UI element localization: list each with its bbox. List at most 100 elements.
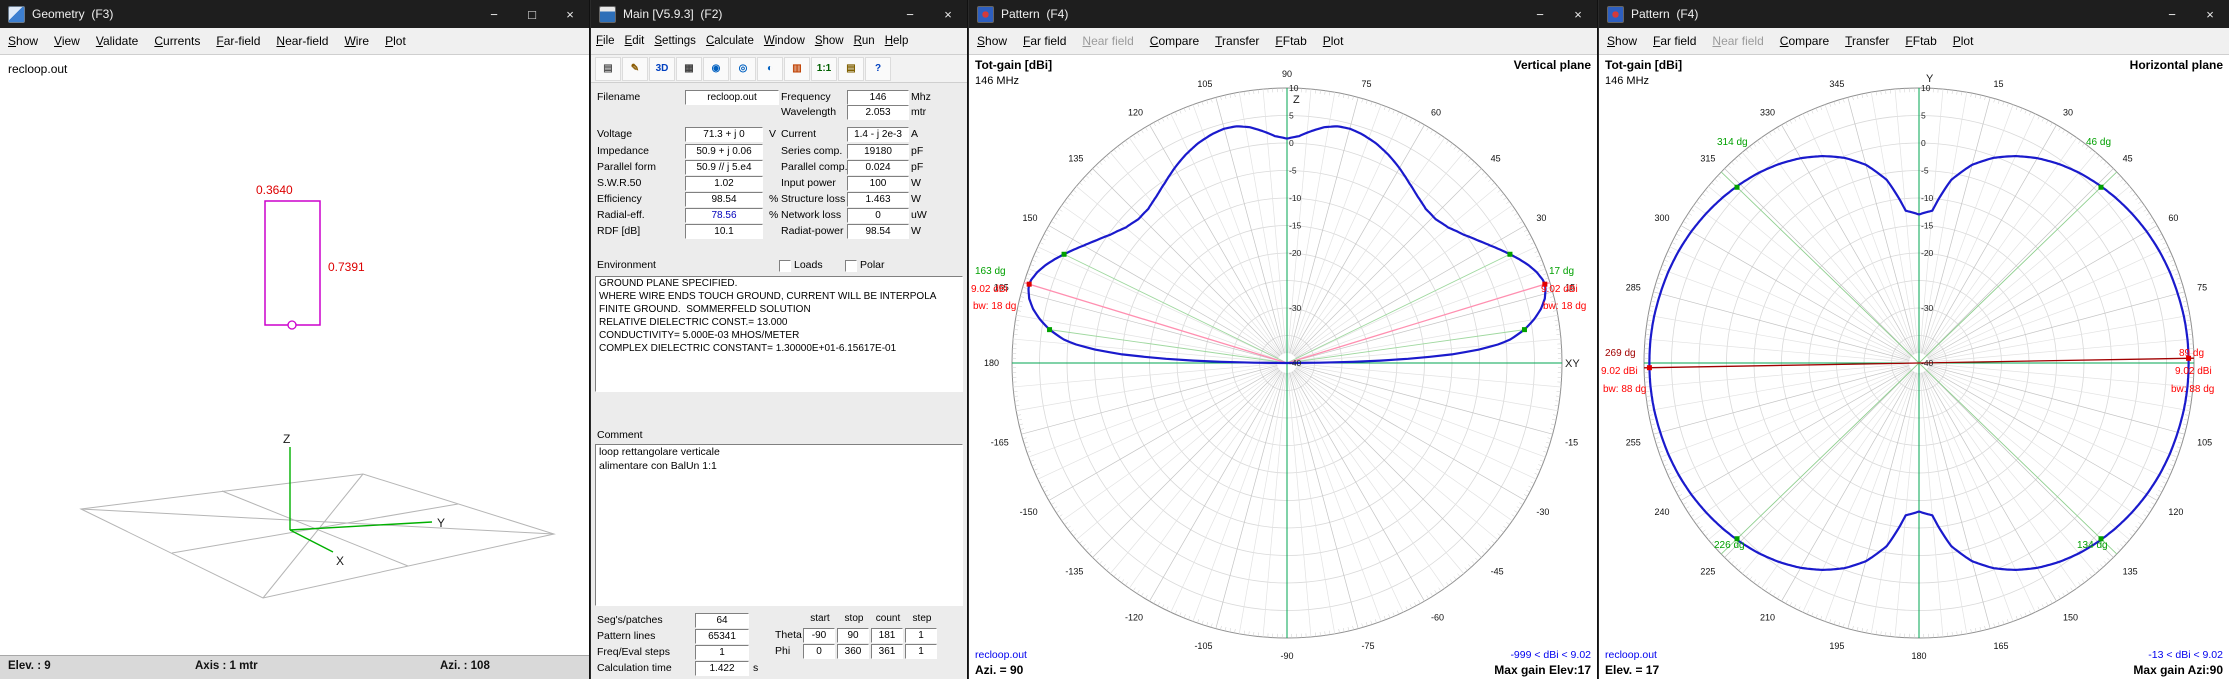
menu-item-show[interactable]: Show <box>810 35 849 47</box>
annotation-134-dg: 134 dg <box>2077 540 2108 551</box>
close-icon[interactable]: × <box>2191 0 2229 28</box>
sweep-header-step: step <box>907 613 937 624</box>
db-ring-label: -10 <box>1921 193 1934 203</box>
loads-checkbox[interactable] <box>779 260 791 272</box>
3d-view-icon[interactable]: 3D <box>649 57 675 81</box>
annotation-46-dg: 46 dg <box>2086 137 2111 148</box>
theta-start-field[interactable]: -90 <box>803 628 835 643</box>
menu-item-edit[interactable]: Edit <box>620 35 650 47</box>
menu-item-show[interactable]: Show <box>0 34 46 48</box>
menu-item-show[interactable]: Show <box>969 34 1015 48</box>
rdf-db-field[interactable]: 10.1 <box>685 224 763 239</box>
menu-item-far-field[interactable]: Far field <box>1645 34 1704 48</box>
menu-item-near-field[interactable]: Near-field <box>268 34 336 48</box>
current-field[interactable]: 1.4 - j 2e-3 <box>847 127 909 142</box>
gain-bars-icon[interactable]: ▥ <box>784 57 810 81</box>
menu-item-transfer[interactable]: Transfer <box>1207 34 1267 48</box>
wavelength-field[interactable]: 2.053 <box>847 105 909 120</box>
match-1to1-icon[interactable]: 1:1 <box>811 57 837 81</box>
voltage-field[interactable]: 71.3 + j 0 <box>685 127 763 142</box>
menu-item-view[interactable]: View <box>46 34 88 48</box>
efficiency-field[interactable]: 98.54 <box>685 192 763 207</box>
menu-item-run[interactable]: Run <box>849 35 880 47</box>
smith-chart-icon[interactable]: ◐ <box>757 57 783 81</box>
menu-item-near-field[interactable]: Near field <box>1074 34 1141 48</box>
menu-item-settings[interactable]: Settings <box>649 35 701 47</box>
pattern-h-titlebar[interactable]: Pattern (F4) − × <box>1599 0 2229 28</box>
series-comp-field[interactable]: 19180 <box>847 144 909 159</box>
phi-count-field[interactable]: 361 <box>871 644 903 659</box>
calculator-icon[interactable]: ▦ <box>676 57 702 81</box>
freq-eval-steps-field[interactable]: 1 <box>695 645 749 660</box>
close-icon[interactable]: × <box>1559 0 1597 28</box>
comment-textarea[interactable]: loop rettangolare verticalealimentare co… <box>595 444 963 606</box>
menu-item-plot[interactable]: Plot <box>1315 34 1352 48</box>
menu-item-near-field[interactable]: Near field <box>1704 34 1771 48</box>
input-power-label: Input power <box>781 177 845 189</box>
menu-item-currents[interactable]: Currents <box>146 34 208 48</box>
angle-label: -150 <box>1020 507 1038 517</box>
angle-label: 150 <box>2063 612 2078 622</box>
angle-label: 75 <box>2197 282 2207 292</box>
menu-item-file[interactable]: File <box>591 35 620 47</box>
phi-stop-field[interactable]: 360 <box>837 644 869 659</box>
minimize-icon[interactable]: − <box>1521 0 1559 28</box>
filename-field[interactable]: recloop.out <box>685 90 779 105</box>
annotation-bw-18-dg: bw: 18 dg <box>1543 301 1586 312</box>
menu-item-help[interactable]: Help <box>880 35 914 47</box>
seg-s-patches-field[interactable]: 64 <box>695 613 749 628</box>
input-power-unit: W <box>911 177 921 189</box>
environment-textarea[interactable]: GROUND PLANE SPECIFIED.WHERE WIRE ENDS T… <box>595 276 963 392</box>
menu-item-plot[interactable]: Plot <box>1945 34 1982 48</box>
parallel-form-field[interactable]: 50.9 // j 5.e4 <box>685 160 763 175</box>
phi-step-field[interactable]: 1 <box>905 644 937 659</box>
polar-checkbox[interactable] <box>845 260 857 272</box>
menu-item-far-field[interactable]: Far field <box>1015 34 1074 48</box>
help-icon[interactable]: ? <box>865 57 891 81</box>
s-w-r-50-field[interactable]: 1.02 <box>685 176 763 191</box>
db-ring-label: -20 <box>1921 248 1934 258</box>
menu-item-fftab[interactable]: FFtab <box>1897 34 1944 48</box>
input-power-field[interactable]: 100 <box>847 176 909 191</box>
menu-item-validate[interactable]: Validate <box>88 34 147 48</box>
network-loss-field[interactable]: 0 <box>847 208 909 223</box>
main-titlebar[interactable]: Main [V5.9.3] (F2) − × <box>591 0 967 28</box>
new-file-icon[interactable]: ▤ <box>595 57 621 81</box>
menu-item-compare[interactable]: Compare <box>1142 34 1207 48</box>
geometry-view-icon[interactable]: ◉ <box>703 57 729 81</box>
menu-item-calculate[interactable]: Calculate <box>701 35 759 47</box>
radial-eff-field[interactable]: 78.56 <box>685 208 763 223</box>
theta-step-field[interactable]: 1 <box>905 628 937 643</box>
frequency-field[interactable]: 146 <box>847 90 909 105</box>
menu-item-plot[interactable]: Plot <box>377 34 414 48</box>
geometry-titlebar[interactable]: Geometry (F3) − □ × <box>0 0 589 28</box>
menu-item-window[interactable]: Window <box>759 35 810 47</box>
menu-item-compare[interactable]: Compare <box>1772 34 1837 48</box>
theta-stop-field[interactable]: 90 <box>837 628 869 643</box>
menu-item-fftab[interactable]: FFtab <box>1267 34 1314 48</box>
theta-count-field[interactable]: 181 <box>871 628 903 643</box>
edit-icon[interactable]: ✎ <box>622 57 648 81</box>
impedance-field[interactable]: 50.9 + j 0.06 <box>685 144 763 159</box>
axes <box>290 447 432 552</box>
notes-icon[interactable]: ▤ <box>838 57 864 81</box>
menu-item-show[interactable]: Show <box>1599 34 1645 48</box>
menu-item-far-field[interactable]: Far-field <box>208 34 268 48</box>
menu-item-transfer[interactable]: Transfer <box>1837 34 1897 48</box>
phi-start-field[interactable]: 0 <box>803 644 835 659</box>
parallel-comp-field[interactable]: 0.024 <box>847 160 909 175</box>
pattern-lines-field[interactable]: 65341 <box>695 629 749 644</box>
minimize-icon[interactable]: − <box>2153 0 2191 28</box>
pattern-view-icon[interactable]: ◎ <box>730 57 756 81</box>
pattern-v-titlebar[interactable]: Pattern (F4) − × <box>969 0 1597 28</box>
structure-loss-field[interactable]: 1.463 <box>847 192 909 207</box>
menu-item-wire[interactable]: Wire <box>336 34 377 48</box>
calculation-time-field[interactable]: 1.422 <box>695 661 749 676</box>
close-icon[interactable]: × <box>551 0 589 28</box>
minimize-icon[interactable]: − <box>891 0 929 28</box>
minimize-icon[interactable]: − <box>475 0 513 28</box>
beamwidth-marker <box>1062 252 1067 257</box>
maximize-icon[interactable]: □ <box>513 0 551 28</box>
radiat-power-field[interactable]: 98.54 <box>847 224 909 239</box>
close-icon[interactable]: × <box>929 0 967 28</box>
